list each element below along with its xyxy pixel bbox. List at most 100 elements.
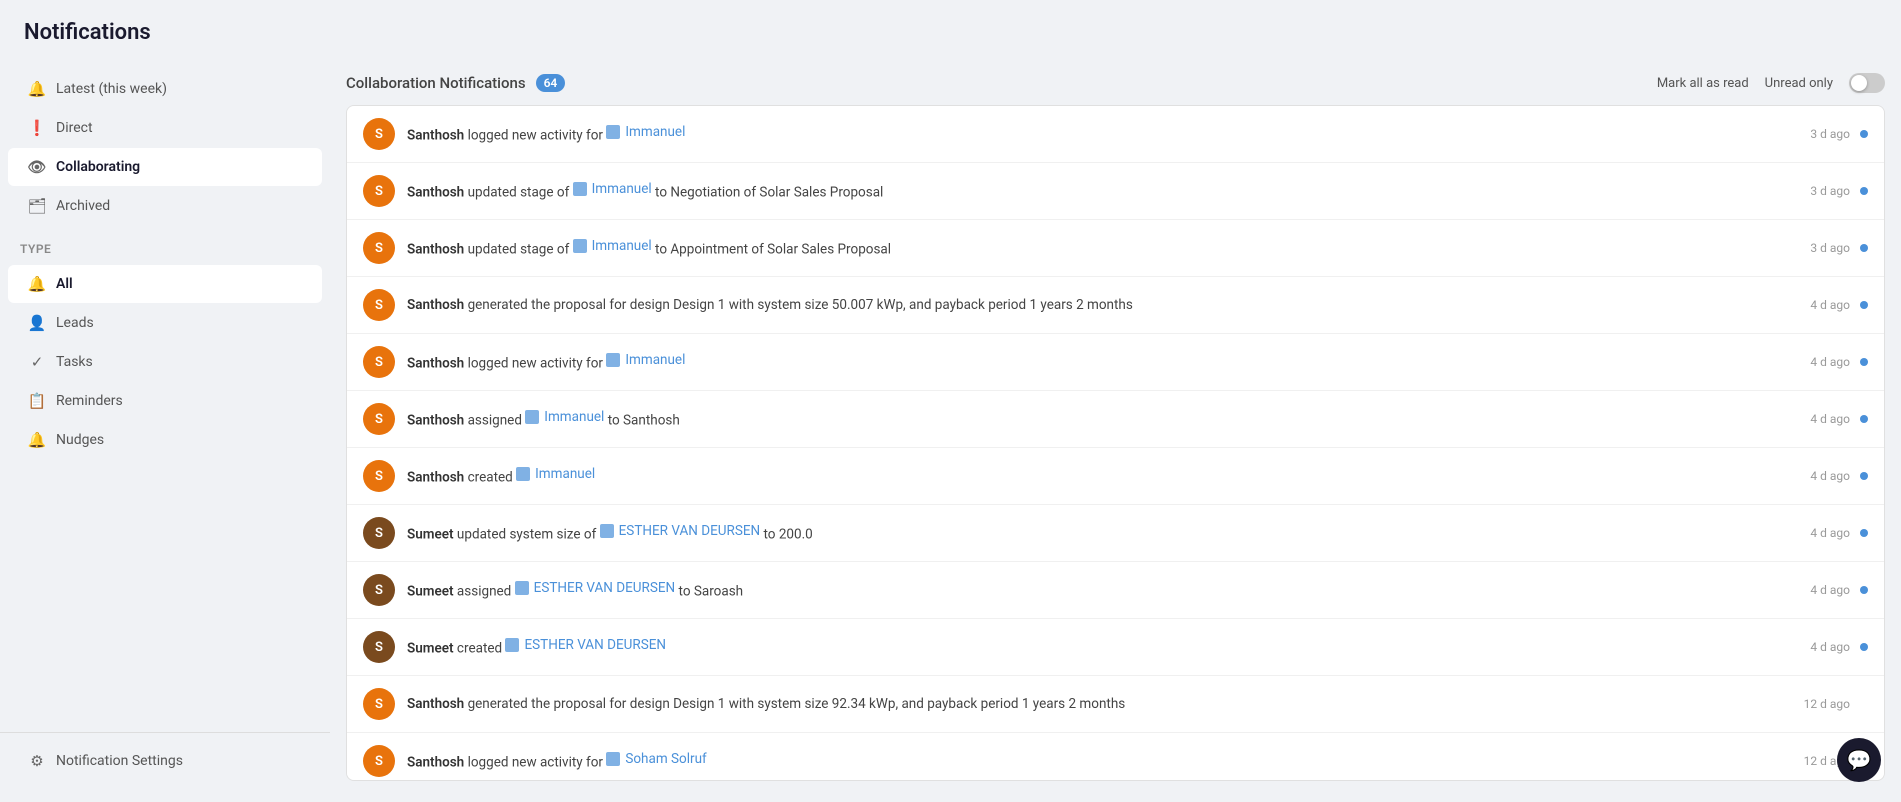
- notifications-count-badge: 64: [536, 74, 566, 92]
- unread-dot: [1860, 529, 1868, 537]
- notification-content: Santhosh assigned Immanuel to Santhosh: [407, 408, 1794, 430]
- notification-time: 3 d ago: [1810, 127, 1850, 141]
- notification-item[interactable]: S Sumeet assigned ESTHER VAN DEURSEN to …: [347, 562, 1884, 619]
- notification-time: 3 d ago: [1810, 241, 1850, 255]
- notification-content: Sumeet assigned ESTHER VAN DEURSEN to Sa…: [407, 579, 1794, 601]
- sidebar-item-direct[interactable]: ❗ Direct: [8, 109, 322, 147]
- sidebar-item-label: Tasks: [56, 354, 93, 370]
- notification-content: Sumeet updated system size of ESTHER VAN…: [407, 522, 1794, 544]
- notification-item[interactable]: S Sumeet created ESTHER VAN DEURSEN 4 d …: [347, 619, 1884, 676]
- sidebar-item-label: Reminders: [56, 393, 123, 409]
- chat-icon: 💬: [1847, 748, 1872, 772]
- avatar: S: [363, 232, 395, 264]
- sidebar-item-collaborating[interactable]: 👁 Collaborating: [8, 148, 322, 186]
- gear-icon: ⚙: [28, 752, 46, 770]
- sidebar-item-all[interactable]: 🔔 All: [8, 265, 322, 303]
- chat-widget[interactable]: 💬: [1837, 738, 1881, 782]
- notification-item[interactable]: S Santhosh created Immanuel 4 d ago: [347, 448, 1884, 505]
- sidebar-item-tasks[interactable]: ✓ Tasks: [8, 343, 322, 381]
- notification-content: Santhosh logged new activity for Soham S…: [407, 750, 1788, 772]
- notification-time: 4 d ago: [1810, 583, 1850, 597]
- unread-only-label: Unread only: [1765, 76, 1833, 91]
- notification-item[interactable]: S Santhosh updated stage of Immanuel to …: [347, 220, 1884, 277]
- notification-content: Santhosh generated the proposal for desi…: [407, 695, 1788, 714]
- unread-dot: [1860, 130, 1868, 138]
- sidebar-item-latest[interactable]: 🔔 Latest (this week): [8, 70, 322, 108]
- sidebar-item-label: Collaborating: [56, 159, 140, 175]
- main-content: Collaboration Notifications 64 Mark all …: [330, 61, 1901, 797]
- direct-icon: ❗: [28, 119, 46, 137]
- notification-settings-label: Notification Settings: [56, 753, 183, 769]
- notification-content: Santhosh updated stage of Immanuel to Ap…: [407, 237, 1794, 259]
- unread-dot: [1860, 301, 1868, 309]
- sidebar-item-label: Nudges: [56, 432, 104, 448]
- unread-only-toggle[interactable]: [1849, 73, 1885, 93]
- avatar: S: [363, 403, 395, 435]
- notification-item[interactable]: S Santhosh updated stage of Immanuel to …: [347, 163, 1884, 220]
- notification-time: 4 d ago: [1810, 298, 1850, 312]
- type-section-title: Type: [0, 226, 330, 264]
- avatar: S: [363, 460, 395, 492]
- notification-item[interactable]: S Santhosh logged new activity for Soham…: [347, 733, 1884, 781]
- notification-item[interactable]: S Santhosh logged new activity for Imman…: [347, 334, 1884, 391]
- unread-dot: [1860, 643, 1868, 651]
- avatar: S: [363, 631, 395, 663]
- notification-settings-item[interactable]: ⚙ Notification Settings: [8, 742, 322, 780]
- notifications-list: S Santhosh logged new activity for Imman…: [346, 105, 1885, 781]
- reminders-icon: 📋: [28, 392, 46, 410]
- leads-icon: 👤: [28, 314, 46, 332]
- sidebar-item-nudges[interactable]: 🔔 Nudges: [8, 421, 322, 459]
- sidebar-item-label: Archived: [56, 198, 110, 214]
- archived-icon: 🗂: [28, 197, 46, 215]
- unread-dot: [1860, 358, 1868, 366]
- all-icon: 🔔: [28, 275, 46, 293]
- unread-dot: [1860, 244, 1868, 252]
- sidebar: 🔔 Latest (this week) ❗ Direct 👁 Collabor…: [0, 61, 330, 797]
- sidebar-item-label: Leads: [56, 315, 94, 331]
- notification-content: Santhosh updated stage of Immanuel to Ne…: [407, 180, 1794, 202]
- notification-item[interactable]: S Santhosh logged new activity for Imman…: [347, 106, 1884, 163]
- sidebar-item-leads[interactable]: 👤 Leads: [8, 304, 322, 342]
- notification-content: Santhosh logged new activity for Immanue…: [407, 351, 1794, 373]
- sidebar-item-label: All: [56, 276, 73, 292]
- tasks-icon: ✓: [28, 353, 46, 371]
- notification-time: 12 d ago: [1804, 697, 1850, 711]
- notification-content: Santhosh created Immanuel: [407, 465, 1794, 487]
- avatar: S: [363, 289, 395, 321]
- avatar: S: [363, 175, 395, 207]
- avatar: S: [363, 517, 395, 549]
- avatar: S: [363, 118, 395, 150]
- notification-time: 4 d ago: [1810, 640, 1850, 654]
- sidebar-item-label: Latest (this week): [56, 81, 167, 97]
- notification-time: 4 d ago: [1810, 526, 1850, 540]
- sidebar-item-reminders[interactable]: 📋 Reminders: [8, 382, 322, 420]
- notification-content: Sumeet created ESTHER VAN DEURSEN: [407, 636, 1794, 658]
- notification-time: 4 d ago: [1810, 355, 1850, 369]
- unread-dot: [1860, 472, 1868, 480]
- notification-item[interactable]: S Santhosh generated the proposal for de…: [347, 277, 1884, 334]
- main-header: Collaboration Notifications 64 Mark all …: [346, 61, 1885, 105]
- avatar: S: [363, 574, 395, 606]
- avatar: S: [363, 346, 395, 378]
- notification-content: Santhosh logged new activity for Immanue…: [407, 123, 1794, 145]
- notification-time: 3 d ago: [1810, 184, 1850, 198]
- unread-dot: [1860, 586, 1868, 594]
- notification-content: Santhosh generated the proposal for desi…: [407, 296, 1794, 315]
- avatar: S: [363, 745, 395, 777]
- unread-dot: [1860, 187, 1868, 195]
- collaborating-icon: 👁: [28, 158, 46, 176]
- notification-time: 4 d ago: [1810, 412, 1850, 426]
- notification-item[interactable]: S Sumeet updated system size of ESTHER V…: [347, 505, 1884, 562]
- latest-icon: 🔔: [28, 80, 46, 98]
- sidebar-item-archived[interactable]: 🗂 Archived: [8, 187, 322, 225]
- page-title: Notifications: [0, 0, 1901, 61]
- sidebar-item-label: Direct: [56, 120, 93, 136]
- notification-item[interactable]: S Santhosh generated the proposal for de…: [347, 676, 1884, 733]
- mark-all-read-button[interactable]: Mark all as read: [1657, 76, 1749, 91]
- avatar: S: [363, 688, 395, 720]
- notification-item[interactable]: S Santhosh assigned Immanuel to Santhosh…: [347, 391, 1884, 448]
- main-header-title: Collaboration Notifications: [346, 74, 526, 92]
- unread-dot: [1860, 415, 1868, 423]
- notification-time: 4 d ago: [1810, 469, 1850, 483]
- nudges-icon: 🔔: [28, 431, 46, 449]
